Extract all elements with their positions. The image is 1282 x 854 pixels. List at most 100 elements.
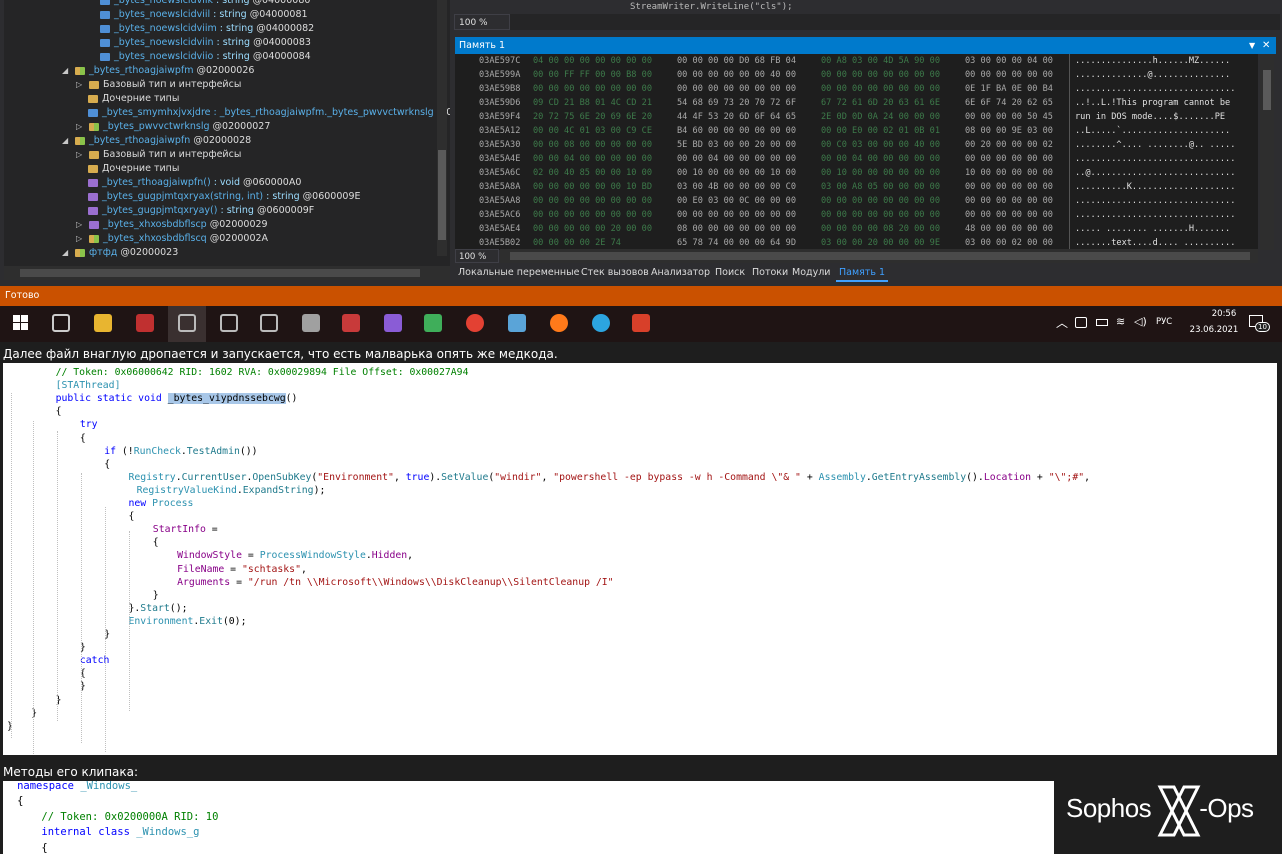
hex-hscroll-thumb[interactable]	[510, 252, 1250, 260]
tree-node-name: _bytes_xhxosbdbflscq	[103, 233, 207, 244]
expand-toggle-icon[interactable]: ▷	[76, 218, 86, 232]
tree-node-token: @0600009F	[253, 205, 315, 216]
indent-guide	[81, 473, 82, 743]
tree-node-name: _bytes_gugpjmtqxryax(string, int)	[102, 191, 264, 202]
tree-node[interactable]: _bytes_noewslcidviio : string @04000084	[100, 50, 311, 64]
tab-2[interactable]: Анализатор	[648, 264, 713, 282]
hex-address: 03AE5A4E	[479, 154, 521, 164]
tree-node[interactable]: ▷ Базовый тип и интерфейсы	[76, 148, 241, 162]
assembly-explorer-tree[interactable]: _bytes_noewslcidviik : string @04000080 _…	[4, 0, 450, 266]
expand-toggle-icon[interactable]: ◢	[62, 134, 72, 148]
hex-ascii: ........^.... ........@.. .....	[1075, 140, 1236, 150]
hex-bytes: 00 00 00 00 00 00	[965, 154, 1053, 164]
language-indicator[interactable]: РУС	[1156, 317, 1172, 327]
tree-node[interactable]: _bytes_noewslcidviik : string @04000080	[100, 0, 310, 8]
class-icon	[89, 234, 100, 243]
expand-toggle-icon[interactable]: ▷	[76, 232, 86, 246]
clock-date[interactable]: 23.06.2021	[1182, 325, 1246, 335]
class-icon	[75, 66, 86, 75]
tree-node[interactable]: _bytes_noewslcidviim : string @04000082	[100, 22, 314, 36]
close-icon[interactable]: ✕	[1262, 37, 1276, 54]
expand-toggle-icon[interactable]: ◢	[62, 246, 72, 260]
tree-node-token: @02000028	[190, 135, 252, 146]
tree-node[interactable]: _bytes_noewslcidviin : string @04000083	[100, 36, 311, 50]
hex-bytes: 02 00 40 85 00 00 10 00	[533, 168, 652, 178]
editor-zoom-select[interactable]: 100 %	[454, 14, 510, 30]
clock-time[interactable]: 20:56	[1199, 309, 1249, 319]
taskbar-window-3[interactable]	[250, 306, 288, 342]
tree-scroll-thumb[interactable]	[438, 150, 446, 240]
tree-node[interactable]: ◢ _bytes_rthoagjaiwpfn @02000028	[62, 134, 251, 148]
tab-3[interactable]: Поиск	[712, 264, 748, 282]
hex-scroll-thumb[interactable]	[1263, 70, 1271, 110]
expand-toggle-icon[interactable]: ▷	[76, 78, 86, 92]
taskbar-winrar[interactable]	[332, 306, 370, 342]
tree-node[interactable]: _bytes_smymhxjvxjdre : _bytes_rthoagjaiw…	[88, 106, 450, 120]
tree-node[interactable]: Дочерние типы	[88, 92, 179, 106]
tab-0[interactable]: Локальные переменные	[455, 264, 582, 282]
tree-node-type: : void	[210, 177, 241, 188]
panel-menu-icon[interactable]: ▼	[1249, 37, 1261, 54]
tree-node[interactable]: _bytes_noewslcidviil : string @04000081	[100, 8, 308, 22]
taskbar-telegram[interactable]	[582, 306, 620, 342]
taskbar-file-explorer[interactable]	[84, 306, 122, 342]
code-token: +	[800, 471, 819, 483]
hex-view[interactable]: 03AE597C 04 00 00 00 00 00 00 00 00 00 00 …	[455, 54, 1258, 250]
expand-toggle-icon[interactable]: ◢	[62, 64, 72, 78]
tree-hscroll-thumb[interactable]	[20, 269, 420, 277]
tree-node[interactable]: _bytes_gugpjmtqxryax(string, int) : stri…	[88, 190, 361, 204]
hex-bytes: 03 00 00 20 00 00 00 9E	[821, 238, 940, 248]
tree-node-type: : string	[213, 0, 250, 6]
tab-1[interactable]: Стек вызовов	[578, 264, 652, 282]
hex-bytes: 00 00 04 00 00 00 00 00	[533, 154, 652, 164]
hex-ascii: ...............................	[1075, 84, 1236, 94]
taskbar-windows-start[interactable]	[2, 306, 40, 342]
tree-node-name: _bytes_rthoagjaiwpfn	[89, 135, 191, 146]
hex-bytes: 00 00 00 00 D0 68 FB 04	[677, 56, 796, 66]
taskbar-chrome[interactable]	[456, 306, 494, 342]
hex-address: 03AE59D6	[479, 98, 521, 108]
tree-node[interactable]: ▷ _bytes_xhxosbdbflscp @02000029	[76, 218, 268, 232]
hex-bytes: 00 00 00 00 00 00 10 BD	[533, 182, 652, 192]
tree-node[interactable]: ▷ _bytes_pwvvctwrknslg @02000027	[76, 120, 270, 134]
tree-node[interactable]: _bytes_gugpjmtqxryay() : string @0600009…	[88, 204, 314, 218]
taskbar-paper-app[interactable]	[498, 306, 536, 342]
volume-icon[interactable]: ◁)	[1134, 315, 1147, 328]
tree-node[interactable]: ◢ фтфд @02000023	[62, 246, 178, 260]
tree-node-name: _bytes_noewslcidviio	[114, 51, 214, 62]
tree-node[interactable]: ▷ _bytes_xhxosbdbflscq @0200002A	[76, 232, 268, 246]
taskbar-red-app[interactable]	[622, 306, 660, 342]
code-token: ,	[1084, 471, 1091, 483]
chevron-up-icon[interactable]: ︿	[1056, 314, 1068, 331]
expand-toggle-icon[interactable]: ▷	[76, 148, 86, 162]
taskbar-as-app[interactable]	[126, 306, 164, 342]
memory-panel-title: Память 1	[455, 37, 1276, 54]
taskbar-visual-studio[interactable]	[374, 306, 412, 342]
taskbar-window-2[interactable]	[210, 306, 248, 342]
tree-node[interactable]: ▷ Базовый тип и интерфейсы	[76, 78, 241, 92]
tab-4[interactable]: Потоки	[749, 264, 791, 282]
wifi-icon[interactable]: ≋	[1116, 315, 1125, 328]
code-line: RegistryValueKind.ExpandString);	[137, 484, 326, 497]
hex-zoom-select[interactable]: 100 %	[455, 249, 499, 263]
chrome-icon	[466, 314, 484, 332]
tree-node[interactable]: ◢ _bytes_rthoagjaiwpfm @02000026	[62, 64, 254, 78]
taskbar-notepad-app[interactable]	[414, 306, 452, 342]
folder-icon	[88, 164, 98, 173]
tree-node-token: @04000081	[246, 9, 308, 20]
tab-5[interactable]: Модули	[789, 264, 833, 282]
expand-toggle-icon[interactable]: ▷	[76, 120, 86, 134]
taskbar-task-view[interactable]	[42, 306, 80, 342]
hex-bytes: 67 72 61 6D 20 63 61 6E	[821, 98, 940, 108]
tree-node[interactable]: Дочерние типы	[88, 162, 179, 176]
taskbar-firefox[interactable]	[540, 306, 578, 342]
tree-node[interactable]: _bytes_rthoagjaiwpfn() : void @060000A0	[88, 176, 301, 190]
taskbar-photo-app[interactable]	[292, 306, 330, 342]
tray-app-icon[interactable]	[1075, 317, 1087, 328]
taskbar-window-1[interactable]	[168, 306, 206, 342]
tab-6[interactable]: Память 1	[836, 264, 889, 282]
hex-address: 03AE59F4	[479, 112, 521, 122]
hex-ascii: ...............................	[1075, 210, 1236, 220]
hex-address: 03AE5A8A	[479, 182, 521, 192]
hex-ascii: ..............@...............	[1075, 70, 1231, 80]
